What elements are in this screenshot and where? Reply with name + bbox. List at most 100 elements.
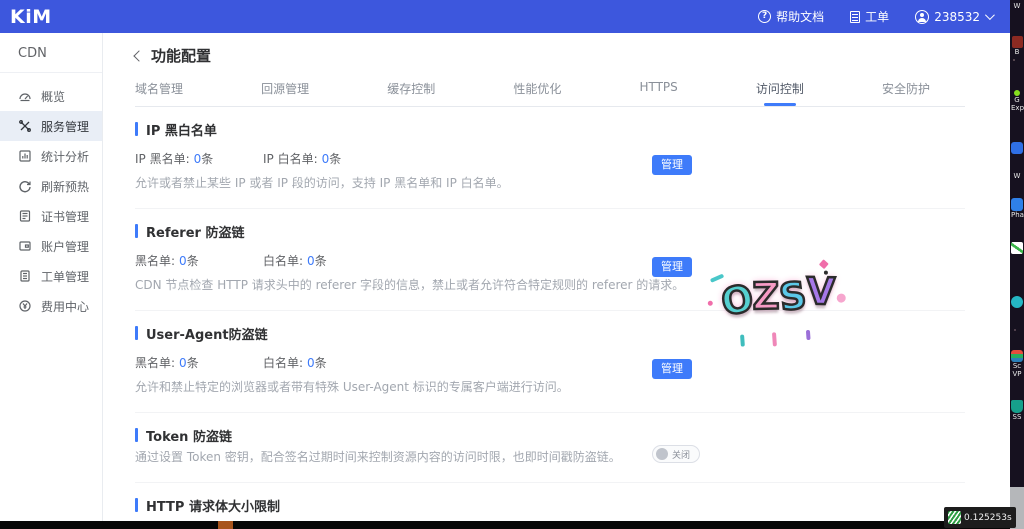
account-card-icon (18, 239, 32, 253)
sidebar-item-account[interactable]: 账户管理 (0, 231, 102, 261)
manage-button[interactable]: 管理 (652, 155, 692, 175)
desktop-icon-ss[interactable]: SS (1011, 400, 1023, 421)
sidebar-item-label: 统计分析 (41, 148, 89, 165)
stat-value: 0 (307, 356, 315, 370)
desktop-icon-teal[interactable] (1011, 296, 1023, 308)
stat-unit: 条 (315, 254, 327, 268)
sidebar-item-overview[interactable]: 概览 (0, 81, 102, 111)
manage-button[interactable]: 管理 (652, 359, 692, 379)
desktop-icon-chart[interactable] (1011, 242, 1023, 254)
section-useragent-antileech: User-Agent防盗链 黑名单:0条 白名单:0条 允许和禁止特定的浏览器或… (135, 311, 965, 413)
desktop-icon-scvp[interactable]: ScVP (1011, 350, 1023, 378)
section-title-row: HTTP 请求体大小限制 (135, 497, 965, 513)
desktop-icon-label: Sc (1011, 362, 1023, 370)
user-avatar-icon (915, 10, 929, 24)
bottom-taskbar-edge (0, 521, 1010, 529)
tab-security[interactable]: 安全防护 (882, 80, 930, 106)
sidebar-item-statistics[interactable]: 统计分析 (0, 141, 102, 171)
desktop-icon-gexp[interactable]: GExp (1011, 90, 1023, 112)
user-id: 238532 (934, 10, 980, 24)
brand-logo: KiM (10, 6, 52, 28)
tab-https[interactable]: HTTPS (639, 80, 677, 106)
config-tabs: 域名管理 回源管理 缓存控制 性能优化 HTTPS 访问控制 安全防护 (135, 80, 930, 106)
stat-unit: 条 (315, 356, 327, 370)
page-header: 功能配置 (135, 45, 965, 66)
stat-label: IP 黑名单: (135, 152, 190, 166)
billing-icon (18, 299, 32, 313)
manage-button[interactable]: 管理 (652, 257, 692, 277)
sidebar-item-label: 费用中心 (41, 298, 89, 315)
tab-origin-management[interactable]: 回源管理 (261, 80, 309, 106)
section-title: IP 黑白名单 (146, 120, 217, 139)
section-title: User-Agent防盗链 (146, 324, 268, 343)
desktop-icon-blue[interactable] (1011, 142, 1023, 154)
sidebar-item-certificate[interactable]: 证书管理 (0, 201, 102, 231)
section-description: CDN 节点检查 HTTP 请求头中的 referer 字段的信息，禁止或者允许… (135, 276, 965, 293)
vpn-app-icon (1011, 350, 1023, 362)
stat-label: 白名单: (263, 356, 303, 370)
app-icon (1012, 36, 1023, 48)
stat-unit: 条 (187, 254, 199, 268)
tab-cache-control[interactable]: 缓存控制 (387, 80, 435, 106)
sidebar-item-worksheet[interactable]: 工单管理 (0, 261, 102, 291)
stat-label: 黑名单: (135, 356, 175, 370)
tab-performance[interactable]: 性能优化 (513, 80, 561, 106)
sidebar-item-refresh-preheat[interactable]: 刷新预热 (0, 171, 102, 201)
section-title-bar (135, 326, 138, 340)
sidebar-item-label: 账户管理 (41, 238, 89, 255)
stat-unit: 条 (187, 356, 199, 370)
back-icon[interactable] (133, 50, 144, 61)
page-load-time-badge: 0.125253s (944, 507, 1016, 528)
section-title-row: Token 防盗链 (135, 427, 965, 443)
stat-unit: 条 (201, 152, 213, 166)
stat-label: 白名单: (263, 254, 303, 268)
speed-meter-icon (948, 511, 961, 524)
sidebar-item-label: 工单管理 (41, 268, 89, 285)
section-action: 管理 (652, 153, 692, 175)
desktop-icon-b[interactable]: B (1011, 36, 1023, 56)
refresh-icon (18, 179, 32, 193)
stat-value: 0 (179, 254, 187, 268)
stat-value: 0 (307, 254, 315, 268)
section-stats: 黑名单:0条 白名单:0条 (135, 252, 965, 269)
tab-access-control[interactable]: 访问控制 (756, 80, 804, 106)
stat-ip-blacklist: IP 黑名单:0条 (135, 150, 263, 167)
stat-label: IP 白名单: (263, 152, 318, 166)
section-title-bar (135, 498, 138, 512)
token-toggle-switch[interactable]: 关闭 (652, 445, 700, 463)
section-description: 通过设置 Token 密钥，配合签名过期时间来控制资源内容的访问时限，也即时间戳… (135, 448, 965, 465)
desktop-icon-label: W (1011, 2, 1023, 10)
section-title: Token 防盗链 (146, 426, 232, 445)
tab-domain-management[interactable]: 域名管理 (135, 80, 183, 106)
section-action: 关闭 (652, 445, 700, 463)
chevron-down-icon (985, 10, 995, 20)
user-menu[interactable]: 238532 (915, 10, 992, 24)
stat-whitelist: 白名单: 0条 (263, 252, 391, 269)
desktop-icon-label: SS (1011, 413, 1023, 421)
sidebar-item-label: 刷新预热 (41, 178, 89, 195)
worksheet-icon (18, 269, 32, 283)
desktop-label: W (1011, 2, 1023, 10)
desktop-edge-strip: W B GExp W Pha ScVP SS (1010, 0, 1024, 529)
app-icon (1011, 142, 1023, 154)
shield-app-icon (1011, 400, 1023, 413)
main-content: 功能配置 域名管理 回源管理 缓存控制 性能优化 HTTPS 访问控制 安全防护… (104, 33, 1010, 521)
top-navbar: KiM ? 帮助文档 工单 238532 (0, 0, 1010, 33)
stat-value: 0 (179, 356, 187, 370)
ticket-link[interactable]: 工单 (850, 8, 889, 25)
sidebar-item-service-management[interactable]: 服务管理 (0, 111, 102, 141)
help-docs-link[interactable]: ? 帮助文档 (758, 8, 824, 25)
app-icon (1011, 296, 1023, 308)
section-stats: IP 黑名单:0条 IP 白名单:0条 (135, 150, 965, 167)
chart-app-icon (1011, 242, 1023, 254)
help-docs-label: 帮助文档 (776, 8, 824, 25)
ticket-label: 工单 (865, 8, 889, 25)
tab-access-control-label: 访问控制 (756, 82, 804, 96)
desktop-icon-label: Exp (1011, 104, 1023, 112)
desktop-icon-label: B (1011, 48, 1023, 56)
desktop-icon-pha[interactable]: Pha (1011, 198, 1023, 219)
page-title: 功能配置 (151, 45, 211, 66)
app-icon (1011, 198, 1023, 211)
desktop-icon-label: VP (1011, 370, 1023, 378)
sidebar-item-billing[interactable]: 费用中心 (0, 291, 102, 321)
